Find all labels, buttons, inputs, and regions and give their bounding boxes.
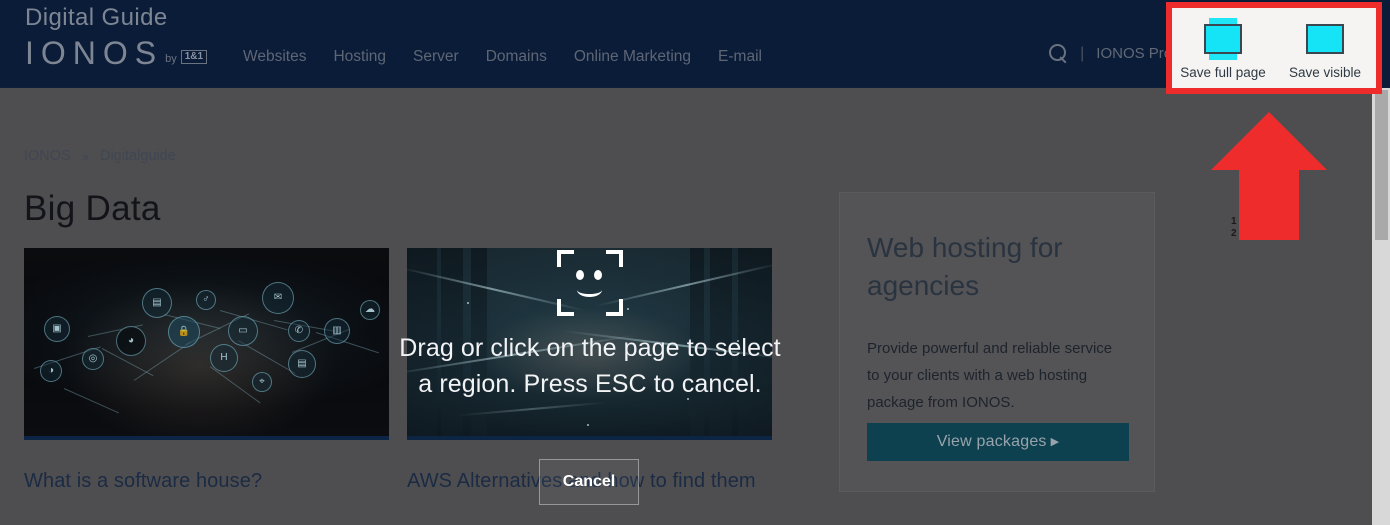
nav-item-online-marketing[interactable]: Online Marketing bbox=[574, 46, 691, 68]
page-title: Big Data bbox=[24, 189, 161, 228]
nav-item-email[interactable]: E-mail bbox=[718, 46, 762, 68]
region-select-instructions: Drag or click on the page to select a re… bbox=[399, 334, 781, 398]
vertical-scrollbar-thumb[interactable] bbox=[1375, 90, 1388, 240]
search-icon[interactable] bbox=[1049, 44, 1068, 63]
brand-1and1-badge: 1&1 bbox=[180, 50, 208, 64]
save-full-page-button[interactable]: Save full page bbox=[1175, 18, 1271, 81]
nav-item-hosting[interactable]: Hosting bbox=[333, 46, 386, 68]
screenshot-extension-popup: Save full page Save visible bbox=[1166, 2, 1382, 94]
nav-item-websites[interactable]: Websites bbox=[243, 46, 306, 68]
breadcrumb-separator: » bbox=[81, 148, 89, 164]
nav-item-server[interactable]: Server bbox=[413, 46, 459, 68]
promo-box: Web hosting for agencies Provide powerfu… bbox=[839, 192, 1155, 492]
network-connections-image[interactable]: ▣ ◎ ◑ ◕ ▤ ♂ 🔒 ▭ ✉ ✆ ▥ H ▤ ⌖ ☁ bbox=[24, 248, 389, 440]
breadcrumb: IONOS » Digitalguide bbox=[24, 148, 176, 164]
brand-by-text: by bbox=[165, 53, 177, 65]
nav-item-domains[interactable]: Domains bbox=[486, 46, 547, 68]
digital-guide-title: Digital Guide bbox=[25, 4, 168, 31]
save-visible-label: Save visible bbox=[1288, 65, 1362, 80]
breadcrumb-item-digitalguide[interactable]: Digitalguide bbox=[100, 148, 176, 164]
screenshot-root: Digital Guide IONOS by 1&1 Websites Host… bbox=[0, 0, 1390, 525]
save-visible-icon bbox=[1306, 24, 1344, 54]
view-packages-label: View packages bbox=[936, 433, 1047, 450]
cancel-button-label: Cancel bbox=[562, 473, 616, 490]
article-card[interactable]: ▣ ◎ ◑ ◕ ▤ ♂ 🔒 ▭ ✉ ✆ ▥ H ▤ ⌖ ☁ What is a … bbox=[24, 248, 389, 496]
caret-right-icon: ▶ bbox=[1050, 435, 1060, 448]
save-full-page-icon bbox=[1202, 18, 1244, 60]
nav-separator: | bbox=[1080, 44, 1085, 62]
red-up-arrow bbox=[1211, 112, 1327, 240]
region-select-overlay: Drag or click on the page to select a re… bbox=[390, 250, 790, 402]
promo-description: Provide powerful and reliable service to… bbox=[867, 340, 1113, 411]
promo-title: Web hosting for agencies bbox=[867, 232, 1063, 301]
save-full-page-label: Save full page bbox=[1180, 65, 1266, 80]
save-visible-button[interactable]: Save visible bbox=[1277, 18, 1373, 81]
breadcrumb-item-ionos[interactable]: IONOS bbox=[24, 148, 71, 164]
article-card-title[interactable]: What is a software house? bbox=[24, 466, 389, 496]
cancel-button[interactable]: Cancel bbox=[539, 459, 639, 505]
ionos-wordmark: IONOS bbox=[25, 35, 164, 71]
smiley-viewfinder-icon bbox=[557, 250, 623, 316]
main-navigation-menu: Websites Hosting Server Domains Online M… bbox=[243, 46, 762, 68]
view-packages-button[interactable]: View packages ▶ bbox=[867, 423, 1129, 461]
